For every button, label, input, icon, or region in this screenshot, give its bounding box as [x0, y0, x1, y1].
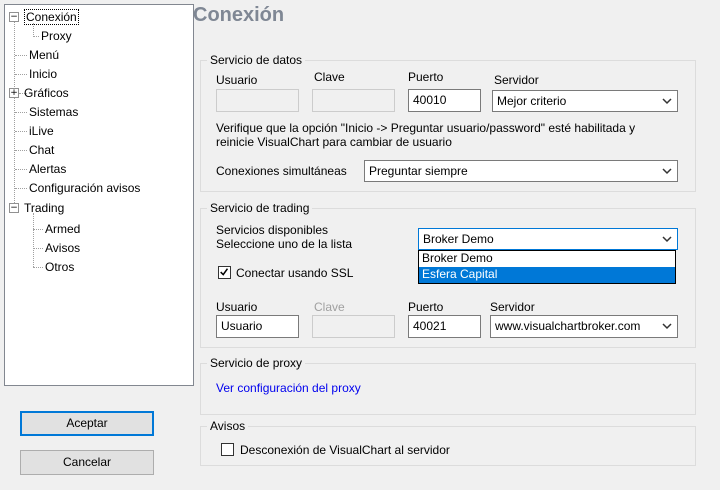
tree-item-label: Conexión: [24, 9, 79, 25]
note-line-1: Verifique que la opción "Inicio -> Pregu…: [216, 121, 636, 135]
simultaneous-select-value: Preguntar siempre: [369, 164, 468, 178]
tree-item-menu[interactable]: Menú: [29, 48, 59, 62]
tree-connector: [33, 248, 43, 249]
tree-item-configuracion-avisos[interactable]: Configuración avisos: [29, 181, 140, 195]
tree-connector: [15, 131, 27, 132]
tree-item-avisos[interactable]: Avisos: [45, 241, 80, 255]
tree-item-alertas[interactable]: Alertas: [29, 162, 66, 176]
chevron-down-icon: [662, 320, 672, 332]
cancel-button[interactable]: Cancelar: [20, 450, 154, 475]
server-label: Servidor: [494, 73, 539, 87]
trading-user-label: Usuario: [216, 300, 258, 314]
tree-item-graficos[interactable]: Gráficos: [24, 86, 69, 100]
checkmark-icon: [220, 268, 229, 276]
server-select[interactable]: Mejor criterio: [492, 90, 678, 112]
trading-port-field[interactable]: 40021: [408, 315, 481, 338]
tree-connector: [33, 229, 43, 230]
select-label: Seleccione uno de la lista: [216, 237, 353, 251]
proxy-config-link[interactable]: Ver configuración del proxy: [216, 381, 361, 395]
tree-connector: [15, 112, 27, 113]
tree-connector: [15, 74, 27, 75]
password-label: Clave: [314, 70, 345, 84]
chevron-down-icon: [662, 236, 672, 243]
dropdown-option[interactable]: Esfera Capital: [419, 267, 675, 283]
tree-connector: [33, 267, 43, 268]
note-line-2: reinicie VisualChart para cambiar de usu…: [216, 135, 452, 149]
collapse-icon[interactable]: −: [9, 12, 19, 22]
user-label: Usuario: [216, 73, 258, 87]
settings-tree[interactable]: − + − Conexión Proxy Menú Inicio Gráfico…: [4, 4, 194, 386]
tree-connector: [14, 19, 15, 211]
trading-server-select-value: www.visualchartbroker.com: [495, 319, 641, 333]
tree-item-otros[interactable]: Otros: [45, 260, 74, 274]
group-legend: Servicio de proxy: [207, 356, 306, 370]
password-field[interactable]: [312, 89, 395, 112]
user-field[interactable]: [216, 89, 299, 112]
tree-connector: [33, 23, 34, 37]
group-legend: Avisos: [207, 419, 249, 433]
tree-connector: [33, 36, 39, 37]
collapse-icon[interactable]: −: [9, 203, 19, 213]
trading-port-label: Puerto: [408, 300, 444, 314]
tree-item-inicio[interactable]: Inicio: [29, 67, 57, 81]
dropdown-option[interactable]: Broker Demo: [419, 251, 675, 267]
ssl-label: Conectar usando SSL: [236, 266, 354, 280]
trading-server-select[interactable]: www.visualchartbroker.com: [490, 315, 678, 338]
group-legend: Servicio de datos: [207, 53, 306, 67]
expand-icon[interactable]: +: [9, 88, 19, 98]
simultaneous-label: Conexiones simultáneas: [216, 164, 347, 178]
accept-button[interactable]: Aceptar: [20, 411, 154, 436]
tree-item-conexion[interactable]: Conexión: [24, 9, 79, 25]
ssl-checkbox[interactable]: [218, 266, 231, 279]
tree-item-armed[interactable]: Armed: [45, 222, 80, 236]
tree-item-trading[interactable]: Trading: [24, 201, 64, 215]
group-legend: Servicio de trading: [207, 201, 313, 215]
trading-server-label: Servidor: [490, 300, 535, 314]
disconnect-label: Desconexión de VisualChart al servidor: [240, 443, 450, 457]
available-label: Servicios disponibles: [216, 223, 329, 237]
port-label: Puerto: [408, 70, 444, 84]
proxy-config-link-text[interactable]: Ver configuración del proxy: [216, 381, 361, 395]
disconnect-checkbox[interactable]: [221, 443, 234, 456]
tree-connector: [33, 213, 34, 267]
broker-select[interactable]: Broker Demo: [418, 228, 678, 250]
tree-item-chat[interactable]: Chat: [29, 143, 54, 157]
chevron-down-icon: [662, 168, 672, 175]
page-title: Conexión: [193, 4, 285, 26]
tree-connector: [15, 188, 27, 189]
chevron-down-icon: [662, 98, 672, 105]
trading-password-field[interactable]: [312, 315, 395, 338]
tree-connector: [15, 169, 27, 170]
tree-connector: [15, 150, 27, 151]
server-select-value: Mejor criterio: [497, 94, 567, 108]
tree-item-ilive[interactable]: iLive: [29, 124, 54, 138]
trading-user-field[interactable]: Usuario: [216, 315, 299, 338]
port-field[interactable]: 40010: [408, 89, 481, 112]
broker-dropdown: Broker Demo Esfera Capital: [418, 250, 676, 284]
simultaneous-select[interactable]: Preguntar siempre: [364, 160, 678, 182]
tree-connector: [15, 55, 27, 56]
tree-item-sistemas[interactable]: Sistemas: [29, 105, 78, 119]
trading-password-label: Clave: [314, 300, 345, 314]
tree-item-proxy[interactable]: Proxy: [41, 29, 72, 43]
broker-select-value: Broker Demo: [423, 232, 494, 246]
